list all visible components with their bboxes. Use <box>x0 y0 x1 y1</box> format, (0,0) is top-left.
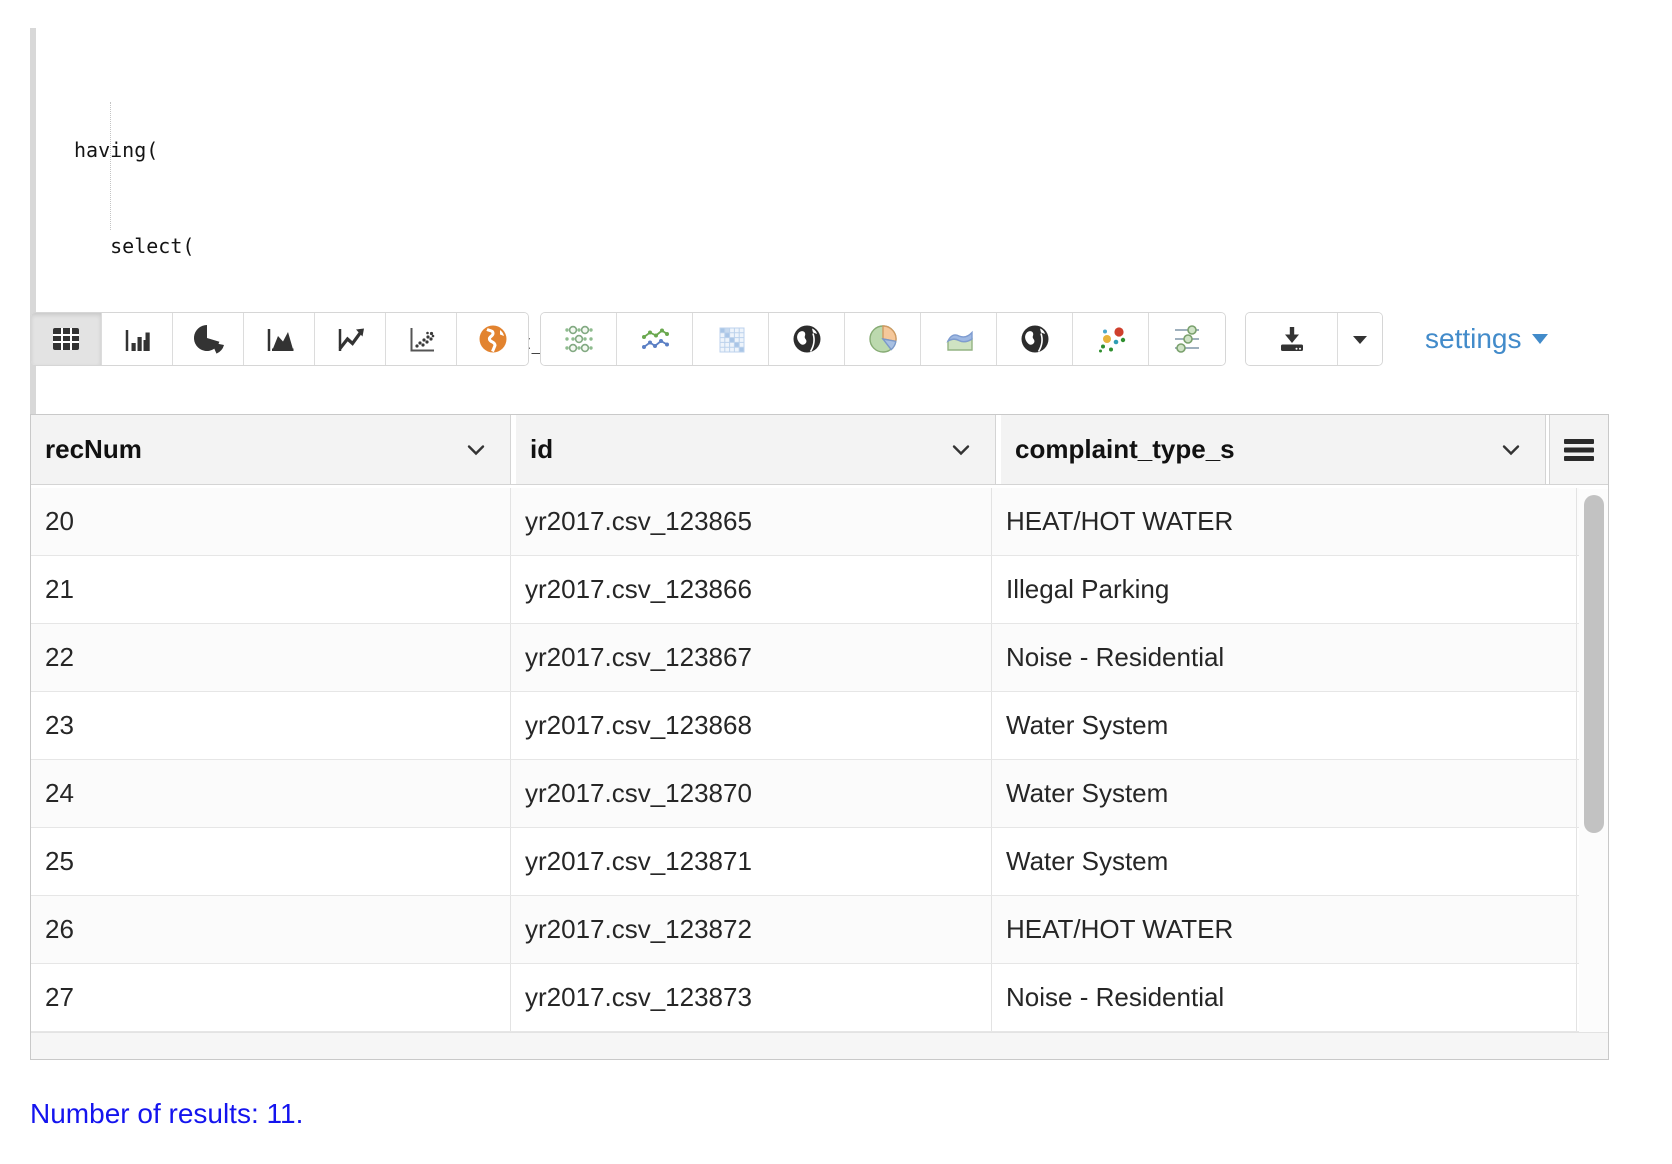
plugin-button-group <box>540 312 1226 366</box>
results-count-text: Number of results: 11. <box>30 1098 303 1130</box>
pie-chart-icon <box>189 320 227 358</box>
table-row: 24 yr2017.csv_123870 Water System <box>31 760 1579 828</box>
bar-chart-icon <box>118 320 156 358</box>
cell-id: yr2017.csv_123865 <box>511 488 992 555</box>
table-row: 20 yr2017.csv_123865 HEAT/HOT WATER <box>31 488 1579 556</box>
scatter-color-icon <box>1092 320 1130 358</box>
area-color-button[interactable] <box>921 313 997 365</box>
cell-id: yr2017.csv_123866 <box>511 556 992 623</box>
grid-menu-button[interactable] <box>1549 415 1608 484</box>
vertical-scrollbar-thumb[interactable] <box>1584 495 1604 833</box>
sliders-button[interactable] <box>1149 313 1225 365</box>
column-menu-chevron-icon[interactable] <box>466 444 486 456</box>
pie-chart-button[interactable] <box>173 313 244 365</box>
cell-complaint-type: Noise - Residential <box>992 964 1577 1031</box>
map-view-button[interactable] <box>457 313 528 365</box>
sliders-icon <box>1168 320 1206 358</box>
pie-color-icon <box>864 320 902 358</box>
cell-id: yr2017.csv_123867 <box>511 624 992 691</box>
world-map-button[interactable] <box>769 313 845 365</box>
cell-complaint-type: HEAT/HOT WATER <box>992 488 1577 555</box>
cell-complaint-type: Noise - Residential <box>992 624 1577 691</box>
column-menu-chevron-icon[interactable] <box>951 444 971 456</box>
scatter-plot-icon <box>402 320 440 358</box>
cell-complaint-type: Water System <box>992 828 1577 895</box>
line-chart-button[interactable] <box>315 313 386 365</box>
table-row: 27 yr2017.csv_123873 Noise - Residential <box>31 964 1579 1032</box>
cell-complaint-type: Water System <box>992 692 1577 759</box>
indent-guide <box>110 102 111 230</box>
line-chart-icon <box>331 320 369 358</box>
globe-dark-icon <box>1016 320 1054 358</box>
globe-orange-icon <box>474 320 512 358</box>
world-map-2-button[interactable] <box>997 313 1073 365</box>
heatmap-grid-icon <box>712 320 750 358</box>
view-button-group <box>30 312 529 366</box>
column-header-recNum[interactable]: recNum <box>31 415 511 484</box>
area-color-icon <box>940 320 978 358</box>
cell-recNum: 22 <box>31 624 511 691</box>
column-header-id[interactable]: id <box>516 415 996 484</box>
code-line: having( <box>74 134 1630 166</box>
download-button[interactable] <box>1246 313 1338 365</box>
table-row: 21 yr2017.csv_123866 Illegal Parking <box>31 556 1579 624</box>
grid-header: recNum id complaint_type_s <box>31 415 1608 485</box>
grid-body: 20 yr2017.csv_123865 HEAT/HOT WATER 21 y… <box>31 488 1579 1032</box>
cell-recNum: 24 <box>31 760 511 827</box>
cell-complaint-type: Water System <box>992 760 1577 827</box>
cell-complaint-type: HEAT/HOT WATER <box>992 896 1577 963</box>
multi-line-chart-button[interactable] <box>617 313 693 365</box>
pie-color-button[interactable] <box>845 313 921 365</box>
table-row: 23 yr2017.csv_123868 Water System <box>31 692 1579 760</box>
cell-id: yr2017.csv_123868 <box>511 692 992 759</box>
bar-chart-button[interactable] <box>102 313 173 365</box>
vertical-scrollbar-track[interactable] <box>1579 489 1608 1036</box>
cell-recNum: 26 <box>31 896 511 963</box>
cell-recNum: 23 <box>31 692 511 759</box>
cell-recNum: 27 <box>31 964 511 1031</box>
column-label: complaint_type_s <box>1015 434 1235 464</box>
horizontal-scrollbar-area[interactable] <box>31 1032 1608 1059</box>
bubble-matrix-icon <box>560 320 598 358</box>
column-header-complaint-type[interactable]: complaint_type_s <box>1001 415 1546 484</box>
cell-recNum: 20 <box>31 488 511 555</box>
area-chart-icon <box>260 320 298 358</box>
column-label: recNum <box>45 434 142 464</box>
settings-label: settings <box>1425 323 1522 355</box>
cell-recNum: 21 <box>31 556 511 623</box>
globe-dark-icon <box>788 320 826 358</box>
cell-id: yr2017.csv_123871 <box>511 828 992 895</box>
scatter-color-button[interactable] <box>1073 313 1149 365</box>
scatter-plot-button[interactable] <box>386 313 457 365</box>
settings-caret-icon <box>1532 334 1548 344</box>
cell-id: yr2017.csv_123873 <box>511 964 992 1031</box>
table-row: 22 yr2017.csv_123867 Noise - Residential <box>31 624 1579 692</box>
cell-id: yr2017.csv_123872 <box>511 896 992 963</box>
table-row: 25 yr2017.csv_123871 Water System <box>31 828 1579 896</box>
settings-toggle[interactable]: settings <box>1425 323 1548 355</box>
area-chart-button[interactable] <box>244 313 315 365</box>
code-line: select( <box>74 230 1630 262</box>
table-row: 26 yr2017.csv_123872 HEAT/HOT WATER <box>31 896 1579 964</box>
results-grid: recNum id complaint_type_s <box>30 414 1609 1060</box>
table-view-button[interactable] <box>31 313 102 365</box>
caret-down-icon <box>1349 328 1371 350</box>
table-icon <box>47 320 85 358</box>
download-icon <box>1273 320 1311 358</box>
cell-recNum: 25 <box>31 828 511 895</box>
hamburger-menu-icon <box>1563 438 1595 462</box>
cell-id: yr2017.csv_123870 <box>511 760 992 827</box>
column-menu-chevron-icon[interactable] <box>1501 444 1521 456</box>
heatmap-grid-button[interactable] <box>693 313 769 365</box>
bubble-matrix-button[interactable] <box>541 313 617 365</box>
multi-line-chart-icon <box>636 320 674 358</box>
visualization-toolbar: settings <box>30 312 1640 366</box>
download-button-group <box>1245 312 1383 366</box>
cell-complaint-type: Illegal Parking <box>992 556 1577 623</box>
download-options-button[interactable] <box>1338 313 1382 365</box>
column-label: id <box>530 434 553 464</box>
